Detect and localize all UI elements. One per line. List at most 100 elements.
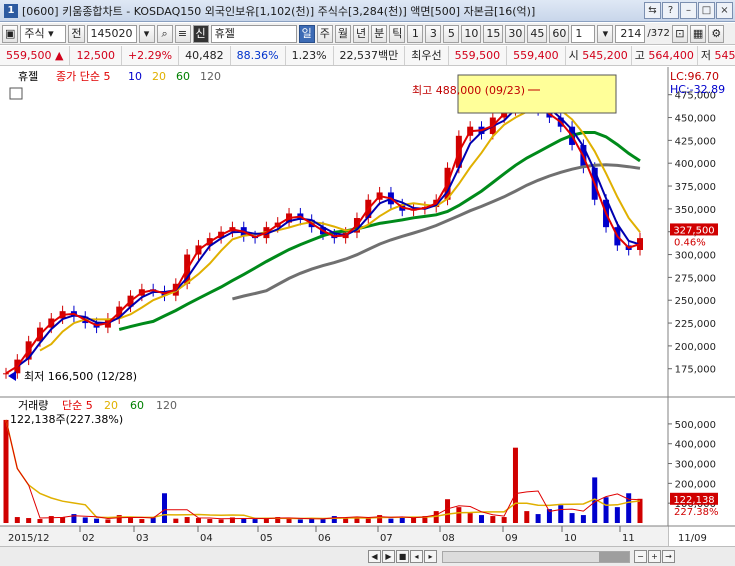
volume-bar (320, 519, 326, 523)
link-icon[interactable]: ⇆ (644, 2, 661, 19)
all-button[interactable]: 전 (68, 24, 85, 43)
minute-60-button[interactable]: 60 (549, 24, 570, 43)
volume-legend-item: 20 (104, 399, 118, 412)
unit-select[interactable]: 1 (571, 24, 596, 43)
turnover-rate: 1.23% (286, 46, 334, 65)
price-tick-label: 200,000 (675, 342, 716, 353)
maximize-button[interactable]: □ (698, 2, 715, 19)
zoom-out-icon[interactable]: − (634, 550, 647, 563)
settings-icon[interactable]: ⚙ (708, 24, 725, 43)
lock-icon[interactable]: ⊡ (671, 24, 688, 43)
first-icon[interactable]: ◀ (368, 550, 381, 563)
volume-bar (105, 519, 111, 523)
volume-bar (331, 516, 337, 523)
count-input[interactable]: 214 (615, 24, 646, 43)
grid-toggle-icon (9, 87, 23, 100)
grid-icon[interactable]: ▦ (689, 24, 707, 43)
stock-list-icon[interactable]: ≡ (174, 24, 191, 43)
volume-bar (456, 507, 462, 523)
open-price: 시 545,200 (566, 46, 632, 65)
low-price: 저 545,200 (698, 46, 735, 65)
minute-3-button[interactable]: 3 (425, 24, 442, 43)
window-title: [0600] 키움종합차트 - KOSDAQ150 외국인보유[1,102(천)… (22, 4, 536, 18)
market-select-value: 주식 (24, 26, 45, 40)
volume-bar (580, 515, 586, 523)
chart-area[interactable]: 475,000 450,000 425,000 400,000 375,000 350,0… (0, 67, 735, 548)
stock-code-input[interactable]: 145020 (86, 24, 137, 43)
unit-dropdown-icon[interactable]: ▾ (597, 24, 614, 43)
open-label: 시 (568, 49, 579, 62)
volume-bar (626, 493, 632, 523)
volume-legend-item: 120 (156, 399, 177, 412)
date-tick-label: 04 (200, 533, 213, 544)
period-day-tab[interactable]: 일 (298, 24, 315, 43)
price-tick-label: 225,000 (675, 319, 716, 330)
stop-icon[interactable]: ■ (396, 550, 409, 563)
period-minute-tab[interactable]: 분 (371, 24, 388, 43)
period-week-tab[interactable]: 주 (316, 24, 333, 43)
price-legend-item: 60 (176, 70, 190, 83)
help-icon[interactable]: ? (662, 2, 679, 19)
volume-bar (569, 513, 575, 523)
minute-1-button[interactable]: 1 (407, 24, 424, 43)
bottom-bar: ◀ ▶ ■ ◂ ▸ − + → (0, 546, 735, 566)
current-price-tag-label: 327,500 (673, 225, 714, 236)
min-annotation-label: 최저 166,500 (12/28) (24, 370, 137, 383)
volume-bar (116, 515, 122, 523)
volume-bar (94, 518, 100, 523)
zoom-in-icon[interactable]: + (648, 550, 661, 563)
period-month-tab[interactable]: 월 (334, 24, 352, 43)
minute-15-button[interactable]: 15 (483, 24, 504, 43)
price-bar: 559,500 ▲ 12,500 +2.29% 40,482 88.36% 1.… (0, 46, 735, 66)
toolbar: ▣ 주식 ▾ 전 145020 ▾ ⌕ ≡ 신 휴젤 일 주 월 년 분 틱 1… (0, 23, 735, 45)
lc-label: LC:96.70 (670, 70, 719, 83)
price-legend-item: 10 (128, 70, 142, 83)
low-label: 저 (700, 49, 712, 62)
date-tick-label: 03 (136, 533, 149, 544)
next-icon[interactable]: ▸ (424, 550, 437, 563)
price-tick-label: 250,000 (675, 296, 716, 307)
volume-bar (218, 519, 224, 523)
volume-bar (558, 505, 564, 523)
scroll-thumb[interactable] (599, 551, 629, 562)
price-tick-label: 175,000 (675, 365, 716, 376)
horizontal-scrollbar[interactable] (442, 550, 630, 563)
hc-label: HC:-32.89 (670, 83, 725, 96)
volume-tick-label: 400,000 (675, 440, 716, 451)
volume-bar (297, 519, 303, 523)
minute-30-button[interactable]: 30 (505, 24, 526, 43)
volume-bar (139, 519, 145, 523)
price-tick-label: 350,000 (675, 205, 716, 216)
market-select[interactable]: 주식 ▾ (20, 24, 67, 43)
search-icon[interactable]: ⌕ (156, 24, 173, 43)
current-volume-tag-label: 122,138 (673, 495, 714, 506)
code-dropdown-icon[interactable]: ▾ (138, 24, 155, 43)
volume-bar (82, 517, 88, 523)
volume-bar (173, 518, 179, 523)
chart-menu-icon[interactable]: ▣ (2, 24, 19, 43)
chart-svg[interactable]: 475,000450,000425,000400,000375,000350,0… (0, 67, 735, 548)
close-button[interactable]: × (716, 2, 733, 19)
prev-icon[interactable]: ◂ (410, 550, 423, 563)
volume-bar (14, 517, 20, 523)
volume-summary: 122,138주(227.38%) (10, 413, 123, 426)
count-total: /372 (647, 28, 670, 39)
period-tick-tab[interactable]: 틱 (389, 24, 406, 43)
high-value: 564,400 (648, 49, 694, 62)
volume-bar (524, 511, 530, 523)
price-legend-item: 종가 단순 5 (56, 70, 110, 83)
volume-bar (48, 516, 54, 523)
volume-bar (490, 516, 496, 523)
play-icon[interactable]: ▶ (382, 550, 395, 563)
period-year-tab[interactable]: 년 (353, 24, 370, 43)
minute-45-button[interactable]: 45 (527, 24, 548, 43)
minimize-button[interactable]: – (680, 2, 697, 19)
price-tick-label: 425,000 (675, 136, 716, 147)
volume-bar (501, 517, 507, 523)
volume-bar (365, 518, 371, 523)
scroll-right-icon[interactable]: → (662, 550, 675, 563)
minute-10-button[interactable]: 10 (461, 24, 482, 43)
volume-bar (241, 518, 247, 523)
minute-5-button[interactable]: 5 (443, 24, 460, 43)
date-tick-label: 2015/12 (8, 533, 50, 544)
